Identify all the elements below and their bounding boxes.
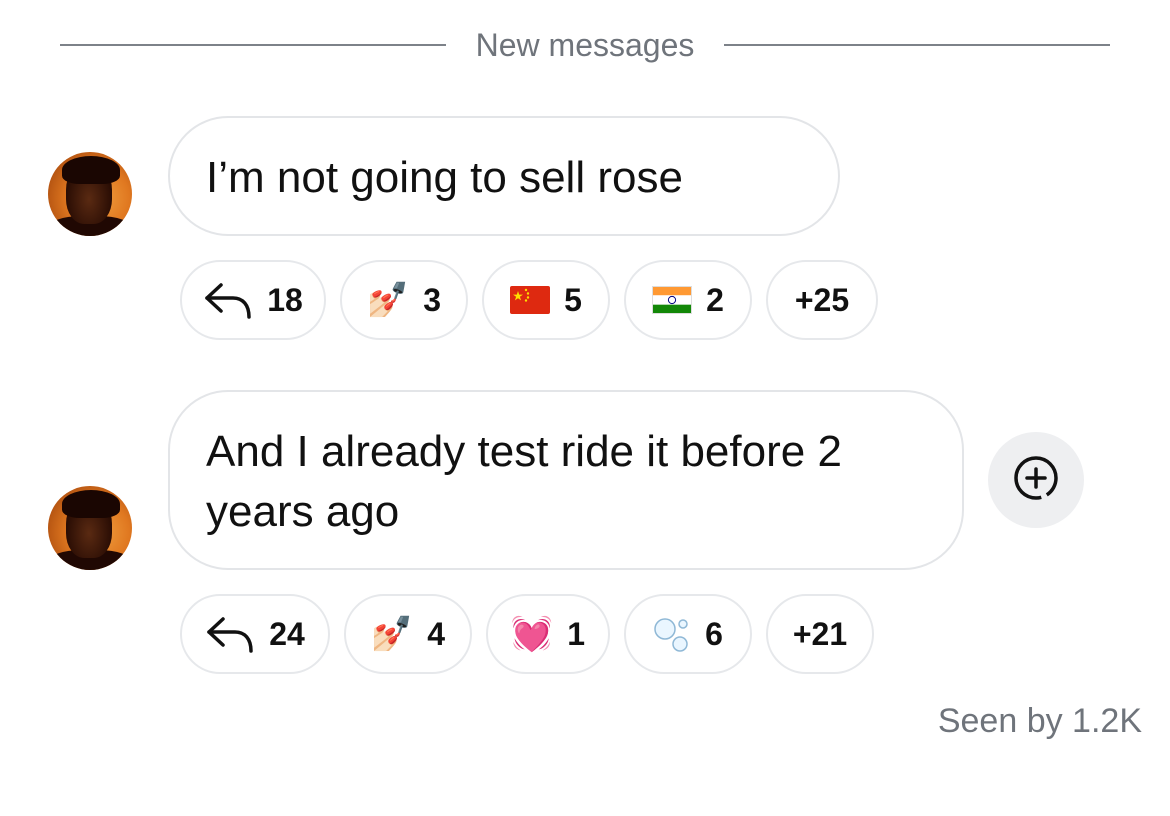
add-reaction-button[interactable] [988,432,1084,528]
divider-line-right [724,44,1110,46]
reactions-row: 18 💅🏻 3 5 2 +25 [180,260,878,340]
message-text: And I already test ride it before 2 year… [206,427,842,536]
reaction-chip-bubbles[interactable]: 6 [624,594,752,674]
chat-screen: New messages I’m not going to sell rose … [0,0,1170,816]
reply-count-chip[interactable]: 24 [180,594,330,674]
avatar[interactable] [48,486,132,570]
seen-by-status[interactable]: Seen by 1.2K [938,702,1142,741]
reactions-row: 24 💅🏻 4 💓 1 6 +21 [180,594,874,674]
china-flag-icon [510,286,551,314]
reaction-chip-beating-heart[interactable]: 💓 1 [486,594,610,674]
india-flag-icon [652,286,693,314]
more-reactions-chip[interactable]: +25 [766,260,878,340]
divider-label: New messages [475,26,695,63]
new-messages-divider: New messages [60,20,1110,70]
more-reactions-chip[interactable]: +21 [766,594,874,674]
message-bubble[interactable]: And I already test ride it before 2 year… [168,390,964,570]
reaction-chip-nail-polish[interactable]: 💅🏻 4 [344,594,472,674]
beating-heart-icon: 💓 [510,615,554,653]
reply-arrow-icon [203,279,253,321]
avatar[interactable] [48,152,132,236]
reaction-chip-india-flag[interactable]: 2 [624,260,752,340]
reaction-chip-china-flag[interactable]: 5 [482,260,610,340]
reaction-chip-nail-polish[interactable]: 💅🏻 3 [340,260,468,340]
nail-polish-icon: 💅🏻 [366,281,410,319]
bubbles-icon [653,615,691,653]
add-reaction-icon [1010,452,1062,509]
divider-line-left [60,44,446,46]
message-text: I’m not going to sell rose [206,153,683,202]
reply-count-chip[interactable]: 18 [180,260,326,340]
nail-polish-icon: 💅🏻 [370,615,414,653]
message-bubble[interactable]: I’m not going to sell rose [168,116,840,236]
reply-arrow-icon [205,613,255,655]
